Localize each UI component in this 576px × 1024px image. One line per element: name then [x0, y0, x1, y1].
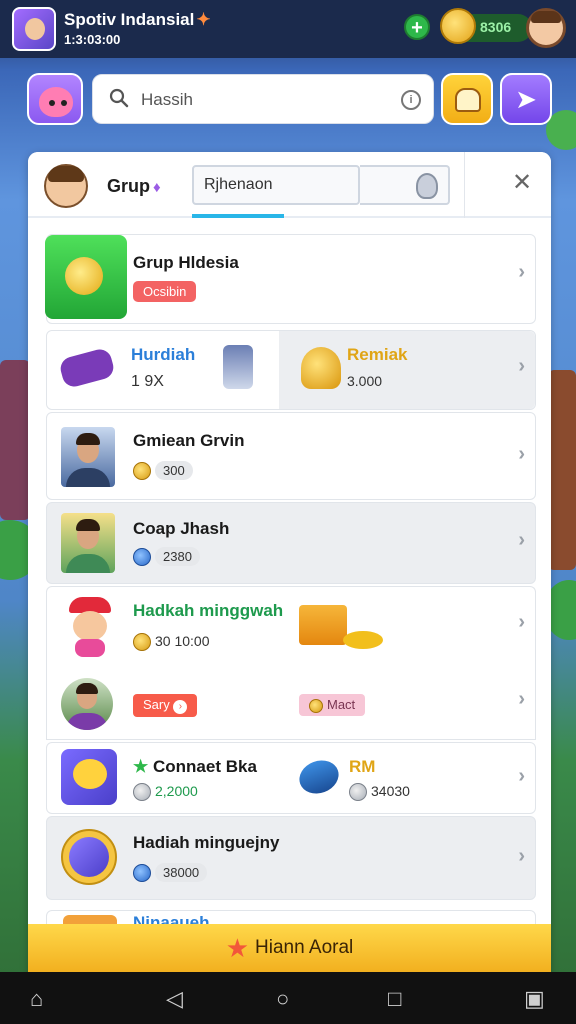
avatar — [61, 513, 115, 573]
chevron-right-icon: › — [518, 611, 525, 633]
list-item[interactable]: Coap Jhash 2380 › — [46, 502, 536, 584]
row-value: 2380 — [133, 547, 200, 566]
rocket-icon — [416, 173, 438, 199]
row-value: 34030 — [349, 783, 410, 802]
row-title: RM — [349, 757, 376, 776]
recents-icon[interactable]: □ — [388, 986, 401, 1012]
tag-badge: Mact — [299, 694, 366, 716]
claim-button[interactable]: ★ Hiann Aoral — [28, 924, 551, 972]
chevron-right-icon: › — [518, 529, 525, 551]
row-value: 3.000 — [347, 373, 383, 389]
coin-icon — [133, 783, 151, 802]
row-title: Hadiah minguejny — [133, 833, 280, 852]
gem-icon: ♦ — [153, 179, 161, 196]
coin-icon — [440, 8, 476, 44]
row-title: Remiak — [347, 345, 408, 364]
coin-icon — [133, 547, 151, 566]
coin-icon — [133, 461, 151, 480]
user-avatar[interactable] — [526, 8, 566, 48]
coin-icon — [133, 864, 151, 883]
coin-icon — [349, 783, 367, 802]
trophy-icon — [301, 347, 341, 389]
badge-icon — [61, 829, 117, 885]
row-value: 30 10:00 — [133, 633, 210, 652]
coin-value: 8306 — [480, 19, 512, 35]
app-title: Spotiv Indansial ✦ — [64, 10, 211, 29]
panel-header: Grup ♦ Rjhenaon ✕ — [28, 152, 551, 218]
bee-icon — [61, 749, 117, 805]
list-item[interactable]: Gmiean Grvin 300 › — [46, 412, 536, 500]
search-input[interactable]: Hassih i — [92, 74, 434, 124]
gift-tile — [45, 235, 127, 319]
tab-secondary[interactable] — [360, 165, 450, 205]
list-item[interactable]: Grup Hldesia Ocsibin › — [45, 234, 536, 324]
list-item[interactable]: ★ Connaet Bka 2,2000 RM 34030 › — [46, 742, 536, 814]
row-value: 2,2000 — [133, 783, 198, 802]
row-title: Grup Hldesia — [133, 253, 239, 272]
chevron-right-icon: › — [518, 688, 525, 710]
row-title: Gmiean Grvin — [133, 431, 245, 450]
coins-icon — [343, 631, 383, 649]
add-coins-button[interactable]: + — [404, 14, 430, 40]
row-value: 300 — [133, 461, 193, 480]
background-house-right — [548, 370, 576, 570]
row-value: 1 9X — [131, 373, 164, 390]
chevron-right-icon: › — [518, 845, 525, 867]
list-item[interactable]: Hadiah minguejny 38000 › — [46, 816, 536, 900]
avatar — [61, 427, 115, 487]
chevron-right-icon: › — [518, 261, 525, 283]
star-icon: ★ — [133, 757, 149, 776]
home-circle-icon[interactable]: ○ — [276, 986, 289, 1012]
close-icon[interactable]: ✕ — [512, 168, 532, 197]
bread-icon — [455, 88, 481, 112]
tab-indicator — [192, 214, 284, 218]
paper-plane-icon: ➤ — [515, 84, 537, 114]
bell-icon — [65, 257, 103, 295]
info-icon[interactable]: i — [401, 90, 421, 110]
chevron-right-icon: › — [518, 443, 525, 465]
tag-badge: Sary › — [133, 694, 198, 717]
send-button[interactable]: ➤ — [500, 73, 552, 125]
list-item[interactable]: Hadkah minggwah 30 10:00 › — [46, 586, 536, 666]
bread-button[interactable] — [441, 73, 493, 125]
list-item[interactable]: Sary › Mact › — [46, 666, 536, 740]
row-title: Hurdiah — [131, 345, 196, 364]
chevron-right-icon: › — [518, 765, 525, 787]
group-avatar — [44, 164, 88, 208]
brand-button[interactable] — [27, 73, 83, 125]
row-title: Hadkah minggwah — [133, 601, 284, 620]
list-item[interactable]: Hurdiah 1 9X Remiak 3.000 › — [46, 330, 536, 410]
avatar — [61, 678, 113, 730]
app-avatar[interactable] — [12, 7, 56, 51]
divider — [464, 152, 465, 218]
search-value: Hassih — [141, 90, 193, 109]
group-label[interactable]: Grup ♦ — [107, 176, 161, 197]
background-house-left — [0, 360, 30, 520]
system-nav-bar: ⌂ ◁ ○ □ ▣ — [0, 972, 576, 1024]
coin-icon — [309, 698, 323, 713]
status-badge: Ocsibin — [133, 281, 197, 302]
app-subtitle: 1:3:03:00 — [64, 32, 121, 47]
menu-icon[interactable]: ▣ — [524, 986, 545, 1012]
row-title: Coap Jhash — [133, 519, 230, 538]
can-icon — [223, 345, 253, 389]
search-icon — [109, 88, 129, 108]
character-icon — [61, 597, 119, 657]
coin-icon — [133, 633, 151, 652]
row-value: 38000 — [133, 863, 208, 883]
tab-input[interactable]: Rjhenaon — [192, 165, 360, 205]
flame-icon: ✦ — [196, 10, 211, 29]
back-icon[interactable]: ◁ — [166, 986, 183, 1012]
camera-icon — [294, 755, 344, 799]
rewards-panel: Grup ♦ Rjhenaon ✕ Grup Hldesia Ocsibin › … — [28, 152, 551, 1024]
chevron-right-icon: › — [518, 355, 525, 377]
top-bar: Spotiv Indansial ✦ 1:3:03:00 + 8306 — [0, 0, 576, 58]
star-icon: ★ — [225, 933, 250, 963]
gift-box-icon — [299, 605, 347, 645]
row-title: ★ Connaet Bka — [133, 757, 257, 776]
home-icon[interactable]: ⌂ — [30, 986, 43, 1012]
candy-icon — [58, 346, 116, 390]
